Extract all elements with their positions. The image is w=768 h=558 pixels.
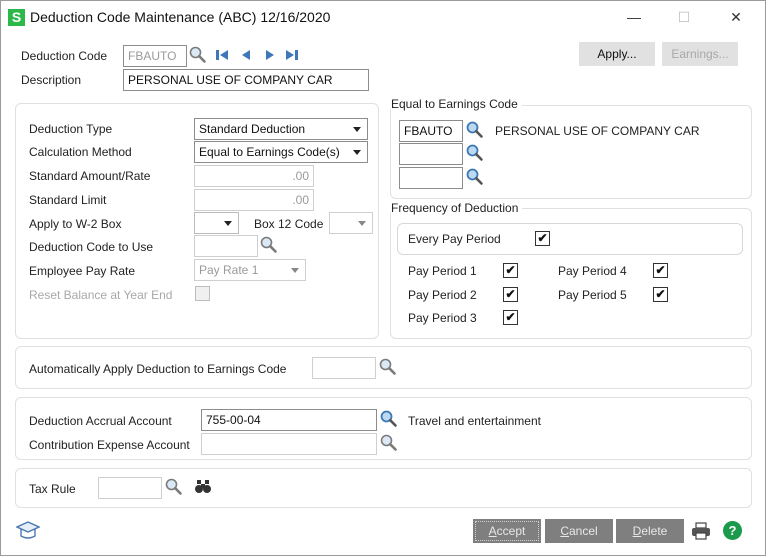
deduction-code-label: Deduction Code — [21, 49, 108, 63]
contribution-account-label: Contribution Expense Account — [29, 438, 190, 452]
employee-pay-rate-value: Pay Rate 1 — [199, 263, 259, 277]
earnings-code-input-1[interactable]: FBAUTO — [399, 120, 463, 142]
calculation-method-label: Calculation Method — [29, 145, 132, 159]
earnings-button[interactable]: Earnings... — [662, 42, 738, 66]
earnings-code-input-3[interactable] — [399, 167, 463, 189]
chevron-down-icon — [224, 221, 232, 226]
chevron-down-icon — [353, 127, 361, 132]
accrual-account-label: Deduction Accrual Account — [29, 414, 172, 428]
earnings-code-lookup-icon-3[interactable] — [466, 168, 484, 186]
earnings-code-input-2[interactable] — [399, 143, 463, 165]
employee-pay-rate-select[interactable]: Pay Rate 1 — [194, 259, 306, 281]
accrual-account-lookup-icon[interactable] — [380, 410, 398, 428]
standard-amount-input[interactable]: .00 — [194, 165, 314, 187]
deduction-code-to-use-input[interactable] — [194, 235, 258, 257]
pay-period-3-label: Pay Period 3 — [408, 311, 477, 325]
cancel-label: ancel — [568, 524, 598, 538]
every-pay-period-label: Every Pay Period — [408, 232, 501, 246]
every-pay-period-checkbox[interactable]: ✔ — [535, 231, 550, 246]
accrual-account-description: Travel and entertainment — [408, 414, 541, 428]
pay-period-2-checkbox[interactable]: ✔ — [503, 287, 518, 302]
box-12-code-select[interactable] — [329, 212, 373, 234]
equal-to-earnings-title: Equal to Earnings Code — [391, 97, 522, 111]
deduction-code-maintenance-window: S Deduction Code Maintenance (ABC) 12/16… — [0, 0, 766, 556]
pay-period-5-checkbox[interactable]: ✔ — [653, 287, 668, 302]
pay-period-4-checkbox[interactable]: ✔ — [653, 263, 668, 278]
pay-period-1-label: Pay Period 1 — [408, 264, 477, 278]
deduction-code-to-use-label: Deduction Code to Use — [29, 240, 154, 254]
deduction-type-label: Deduction Type — [29, 122, 113, 136]
last-record-icon[interactable] — [284, 48, 300, 62]
delete-label: elete — [641, 524, 668, 538]
maximize-button[interactable]: ☐ — [669, 7, 699, 27]
window-title: Deduction Code Maintenance (ABC) 12/16/2… — [30, 9, 331, 25]
deduction-code-input[interactable]: FBAUTO — [123, 45, 187, 67]
description-input[interactable]: PERSONAL USE OF COMPANY CAR — [123, 69, 369, 91]
pay-period-3-checkbox[interactable]: ✔ — [503, 310, 518, 325]
apply-w2-box-label: Apply to W-2 Box — [29, 217, 122, 231]
previous-record-icon[interactable] — [239, 48, 253, 62]
pay-period-4-label: Pay Period 4 — [558, 264, 627, 278]
earnings-code-description-1: PERSONAL USE OF COMPANY CAR — [495, 124, 700, 138]
contribution-account-input[interactable] — [201, 433, 377, 455]
tax-rule-lookup-icon[interactable] — [165, 478, 183, 496]
earnings-code-lookup-icon-2[interactable] — [466, 144, 484, 162]
printer-icon[interactable] — [691, 521, 711, 541]
auto-apply-lookup-icon[interactable] — [379, 358, 397, 376]
auto-apply-earnings-input[interactable] — [312, 357, 376, 379]
standard-amount-label: Standard Amount/Rate — [29, 169, 151, 183]
next-record-icon[interactable] — [263, 48, 277, 62]
apply-button[interactable]: Apply... — [579, 42, 655, 66]
tax-rule-input[interactable] — [98, 477, 162, 499]
deduction-code-to-use-lookup-icon[interactable] — [260, 236, 278, 254]
description-label: Description — [21, 73, 82, 87]
employee-pay-rate-label: Employee Pay Rate — [29, 264, 136, 278]
box-12-code-label: Box 12 Code — [254, 217, 324, 231]
deduction-code-lookup-icon[interactable] — [189, 46, 207, 64]
close-button[interactable]: ✕ — [721, 7, 751, 27]
tax-rule-label: Tax Rule — [29, 482, 76, 496]
binoculars-icon[interactable] — [194, 479, 212, 494]
accept-button[interactable]: Accept — [473, 519, 541, 543]
app-logo-icon: S — [8, 9, 25, 26]
deduction-type-value: Standard Deduction — [199, 122, 306, 136]
chevron-down-icon — [353, 150, 361, 155]
pay-period-2-label: Pay Period 2 — [408, 288, 477, 302]
first-record-icon[interactable] — [214, 48, 230, 62]
accrual-account-input[interactable]: 755-00-04 — [201, 409, 377, 431]
reset-balance-label: Reset Balance at Year End — [29, 288, 173, 302]
accept-mnemonic: A — [488, 524, 497, 538]
accept-label: ccept — [496, 524, 526, 538]
chevron-down-icon — [291, 268, 299, 273]
deduction-type-select[interactable]: Standard Deduction — [194, 118, 368, 140]
cancel-mnemonic: C — [560, 524, 569, 538]
reset-balance-checkbox[interactable] — [195, 286, 210, 301]
auto-apply-label: Automatically Apply Deduction to Earning… — [29, 362, 287, 376]
help-icon[interactable]: ? — [723, 521, 742, 540]
standard-limit-input[interactable]: .00 — [194, 189, 314, 211]
standard-limit-label: Standard Limit — [29, 193, 107, 207]
apply-w2-box-select[interactable] — [194, 212, 239, 234]
delete-button[interactable]: Delete — [616, 519, 684, 543]
pay-period-1-checkbox[interactable]: ✔ — [503, 263, 518, 278]
minimize-button[interactable]: — — [619, 7, 649, 27]
calculation-method-value: Equal to Earnings Code(s) — [199, 145, 340, 159]
calculation-method-select[interactable]: Equal to Earnings Code(s) — [194, 141, 368, 163]
graduation-cap-icon[interactable] — [16, 520, 40, 542]
contribution-account-lookup-icon[interactable] — [380, 434, 398, 452]
cancel-button[interactable]: Cancel — [545, 519, 613, 543]
frequency-title: Frequency of Deduction — [391, 201, 523, 215]
chevron-down-icon — [358, 221, 366, 226]
pay-period-5-label: Pay Period 5 — [558, 288, 627, 302]
earnings-code-lookup-icon-1[interactable] — [466, 121, 484, 139]
title-bar: S Deduction Code Maintenance (ABC) 12/16… — [1, 1, 765, 35]
delete-mnemonic: D — [632, 524, 642, 538]
